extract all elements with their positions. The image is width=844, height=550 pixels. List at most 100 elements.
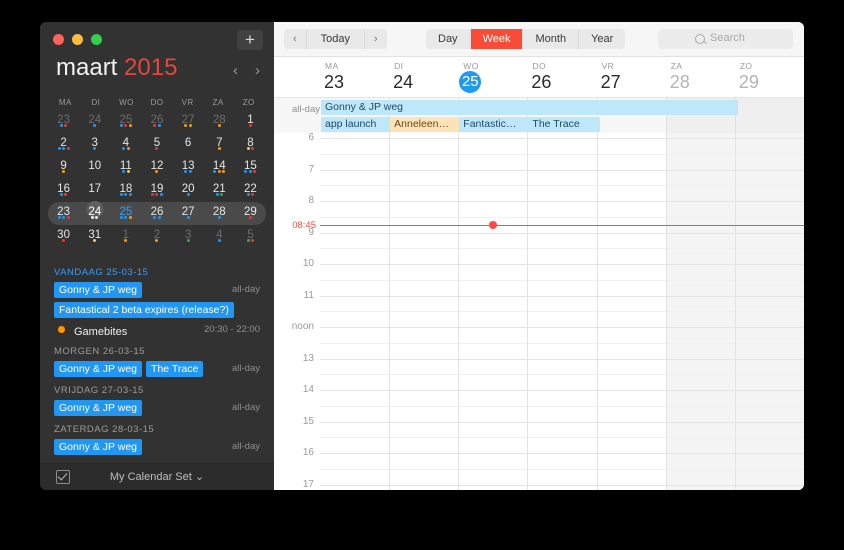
minimize-button[interactable] [72,34,83,45]
day-header-zo[interactable]: ZO 29 [739,57,804,97]
event-pill[interactable]: Gonny & JP weg [54,400,143,416]
event-pill[interactable]: Fantastical 2 beta expires (release?) [54,302,234,318]
view-tab-month[interactable]: Month [523,29,580,49]
event-pill[interactable]: The Trace [146,361,204,377]
event-pill[interactable]: Gonny & JP weg [54,282,143,298]
mini-day-24[interactable]: 24 [79,110,110,133]
close-button[interactable] [53,34,64,45]
event-list-item[interactable]: Fantastical 2 beta expires (release?) [54,302,260,319]
mini-day-12[interactable]: 12 [141,156,172,179]
mini-day-26[interactable]: 26 [141,110,172,133]
mini-day-16[interactable]: 16 [48,179,79,202]
mini-day-10[interactable]: 10 [79,156,110,179]
mini-day-13[interactable]: 13 [173,156,204,179]
mini-day-25[interactable]: 25 [110,110,141,133]
event-dot [155,193,159,196]
zoom-button[interactable] [91,34,102,45]
all-day-event[interactable]: The Trace [528,117,600,132]
view-tab-day[interactable]: Day [426,29,471,49]
mini-day-24[interactable]: 24 [79,201,110,225]
day-header-do[interactable]: DO 26 [531,57,600,97]
event-pill[interactable]: Gonny & JP weg [54,361,143,377]
event-dot [57,216,61,219]
day-header-za[interactable]: ZA 28 [670,57,739,97]
event-pill[interactable]: Gonny & JP weg [54,439,143,455]
mini-day-3[interactable]: 3 [173,225,204,248]
event-title: Gamebites [74,326,128,338]
event-dot [157,124,161,127]
prev-month-icon[interactable]: ‹ [233,62,238,79]
today-button[interactable]: Today [306,29,366,49]
day-header-di[interactable]: DI 24 [393,57,462,97]
event-list-item[interactable]: Gonny & JP weg The Trace all-day [54,361,260,378]
mini-day-7[interactable]: 7 [204,133,235,156]
mini-week-row[interactable]: 23 24 25 26 27 28 29 [48,201,266,225]
mini-day-1[interactable]: 1 [110,225,141,248]
mini-day-29[interactable]: 29 [235,202,266,225]
mini-day-2[interactable]: 2 [48,133,79,156]
next-week-button[interactable]: › [365,29,387,49]
mini-day-5[interactable]: 5 [235,225,266,248]
all-day-event[interactable]: Anneleen… [390,117,462,132]
day-header-ma[interactable]: MA 23 [324,57,393,97]
mini-week-row[interactable]: 23 24 25 26 27 28 1 [48,110,266,133]
day-header-vr[interactable]: VR 27 [601,57,670,97]
mini-day-18[interactable]: 18 [110,179,141,202]
mini-day-27[interactable]: 27 [173,202,204,225]
event-dot [66,147,70,150]
event-list-item[interactable]: Gonny & JP weg all-day [54,400,260,417]
view-tab-week[interactable]: Week [470,29,524,49]
event-list-item[interactable]: Gamebites 20:30 - 22:00 [54,322,260,339]
mini-day-30[interactable]: 30 [48,225,79,248]
mini-day-22[interactable]: 22 [235,179,266,202]
mini-day-3[interactable]: 3 [79,133,110,156]
event-list-item[interactable]: Gonny & JP weg all-day [54,282,260,299]
all-day-event[interactable]: app launch [321,117,393,132]
search-field[interactable]: Search [658,29,793,49]
mini-day-dots [110,239,141,242]
mini-day-23[interactable]: 23 [48,202,79,225]
event-dot [128,193,132,196]
mini-day-17[interactable]: 17 [79,179,110,202]
mini-calendar-nav: ‹ › [233,62,260,79]
main-panel: ‹ Today › Day Week Month Year Search MA 23 DI… [274,22,804,490]
day-header-wo[interactable]: WO 25 [459,57,531,97]
event-dot [90,216,94,219]
mini-day-28[interactable]: 28 [204,202,235,225]
mini-week-row[interactable]: 30 31 1 2 3 4 5 [48,225,266,248]
all-day-event[interactable]: Gonny & JP weg [321,100,738,115]
mini-week-row[interactable]: 9 10 11 12 13 14 15 [48,156,266,179]
all-day-event[interactable]: Fantastic… [459,117,531,132]
mini-day-31[interactable]: 31 [79,225,110,248]
mini-day-23[interactable]: 23 [48,110,79,133]
next-month-icon[interactable]: › [255,62,260,79]
mini-day-8[interactable]: 8 [235,133,266,156]
mini-day-4[interactable]: 4 [110,133,141,156]
mini-day-19[interactable]: 19 [141,179,172,202]
mini-day-20[interactable]: 20 [173,179,204,202]
mini-day-25[interactable]: 25 [110,202,141,225]
mini-day-14[interactable]: 14 [204,156,235,179]
mini-day-21[interactable]: 21 [204,179,235,202]
mini-week-row[interactable]: 2345678 [48,133,266,156]
mini-day-11[interactable]: 11 [110,156,141,179]
mini-day-5[interactable]: 5 [141,133,172,156]
mini-day-6[interactable]: 6 [173,133,204,156]
add-event-button[interactable]: + [237,30,263,50]
mini-day-27[interactable]: 27 [173,110,204,133]
prev-week-button[interactable]: ‹ [284,29,307,49]
calendar-set-dropdown[interactable]: My Calendar Set ⌄ [40,470,274,483]
view-tab-year[interactable]: Year [579,29,626,49]
event-dot [248,124,252,127]
mini-day-26[interactable]: 26 [141,202,172,225]
mini-day-9[interactable]: 9 [48,156,79,179]
time-grid[interactable]: 67891011noon1314151617181920212208:45Stu… [274,133,804,490]
mini-day-2[interactable]: 2 [141,225,172,248]
hour-label: 11 [303,289,314,301]
mini-week-row[interactable]: 16 17 18 19 20 21 22 [48,179,266,202]
mini-day-15[interactable]: 15 [235,156,266,179]
mini-day-4[interactable]: 4 [204,225,235,248]
mini-day-1[interactable]: 1 [235,110,266,133]
event-list-item[interactable]: Gonny & JP weg all-day [54,439,260,456]
mini-day-28[interactable]: 28 [204,110,235,133]
